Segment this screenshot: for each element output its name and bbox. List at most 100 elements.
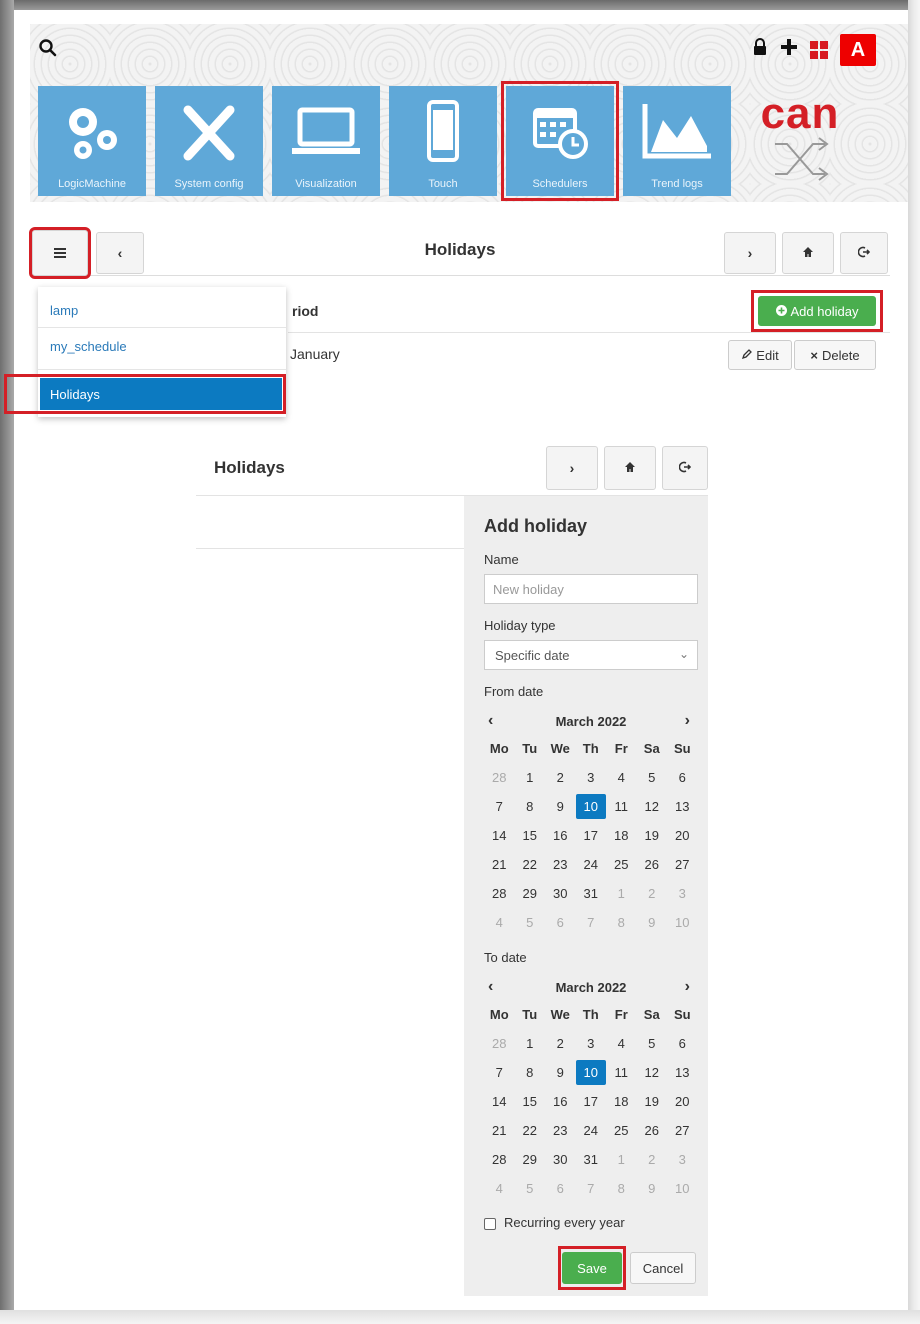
save-button[interactable]: Save [562, 1252, 622, 1284]
calendar-day[interactable]: 21 [484, 850, 515, 879]
calendar-day[interactable]: 4 [606, 1029, 637, 1058]
app-tile-schedulers[interactable]: Schedulers [501, 81, 619, 201]
calendar-day[interactable]: 25 [606, 1116, 637, 1145]
apps-grid-icon[interactable] [810, 41, 828, 59]
menu-item-holidays[interactable]: Holidays [40, 378, 282, 410]
calendar-day[interactable]: 18 [606, 821, 637, 850]
calendar-day[interactable]: 4 [484, 1174, 515, 1203]
calendar-day[interactable]: 28 [484, 1145, 515, 1174]
calendar-day[interactable]: 6 [545, 908, 576, 937]
forward-button[interactable]: › [724, 232, 776, 274]
calendar-day[interactable]: 10 [667, 1174, 698, 1203]
calendar-day[interactable]: 17 [576, 821, 607, 850]
app-tile-visualization[interactable]: Visualization [272, 86, 380, 196]
calendar-day[interactable]: 17 [576, 1087, 607, 1116]
calendar-day[interactable]: 12 [637, 1058, 668, 1087]
menu-toggle-button[interactable] [29, 227, 91, 279]
avatar[interactable]: A [840, 34, 876, 66]
home-button[interactable] [604, 446, 656, 490]
calendar-day[interactable]: 25 [606, 850, 637, 879]
calendar-day[interactable]: 14 [484, 821, 515, 850]
chevron-right-icon[interactable]: › [685, 712, 690, 730]
calendar-day[interactable]: 13 [667, 792, 698, 821]
calendar-day[interactable]: 19 [637, 821, 668, 850]
calendar-day[interactable]: 26 [637, 1116, 668, 1145]
home-button[interactable] [782, 232, 834, 274]
calendar-day[interactable]: 2 [637, 1145, 668, 1174]
calendar-day[interactable]: 5 [515, 1174, 546, 1203]
calendar-day[interactable]: 9 [545, 792, 576, 821]
calendar-day[interactable]: 29 [515, 879, 546, 908]
calendar-day[interactable]: 11 [606, 1058, 637, 1087]
calendar-day[interactable]: 4 [484, 908, 515, 937]
calendar-day[interactable]: 2 [545, 1029, 576, 1058]
calendar-day[interactable]: 7 [484, 1058, 515, 1087]
calendar-day[interactable]: 3 [576, 1029, 607, 1058]
cancel-button[interactable]: Cancel [630, 1252, 696, 1284]
calendar-day[interactable]: 27 [667, 1116, 698, 1145]
app-tile-system-config[interactable]: System config [155, 86, 263, 196]
menu-item-lamp[interactable]: lamp [38, 293, 286, 327]
logout-button[interactable] [840, 232, 888, 274]
calendar-day[interactable]: 3 [667, 879, 698, 908]
add-holiday-button[interactable]: Add holiday [758, 296, 876, 326]
menu-item-my-schedule[interactable]: my_schedule [38, 329, 286, 363]
chevron-right-icon[interactable]: › [685, 978, 690, 996]
calendar-day[interactable]: 27 [667, 850, 698, 879]
calendar-day[interactable]: 9 [545, 1058, 576, 1087]
calendar-day[interactable]: 9 [637, 1174, 668, 1203]
calendar-day[interactable]: 8 [515, 792, 546, 821]
calendar-day[interactable]: 9 [637, 908, 668, 937]
calendar-day[interactable]: 8 [606, 1174, 637, 1203]
calendar-day[interactable]: 1 [606, 1145, 637, 1174]
calendar-day[interactable]: 16 [545, 821, 576, 850]
calendar-day[interactable]: 10 [575, 1060, 606, 1085]
app-tile-touch[interactable]: Touch [389, 86, 497, 196]
calendar-day[interactable]: 8 [515, 1058, 546, 1087]
calendar-day[interactable]: 15 [515, 1087, 546, 1116]
calendar-day[interactable]: 20 [667, 821, 698, 850]
search-icon[interactable] [38, 38, 60, 60]
calendar-day[interactable]: 5 [637, 1029, 668, 1058]
back-button[interactable]: ‹ [96, 232, 144, 274]
calendar-day[interactable]: 24 [576, 850, 607, 879]
calendar-day[interactable]: 24 [576, 1116, 607, 1145]
calendar-day[interactable]: 23 [545, 850, 576, 879]
calendar-day[interactable]: 19 [637, 1087, 668, 1116]
recurring-checkbox[interactable] [484, 1218, 496, 1230]
plus-icon[interactable] [780, 38, 798, 62]
calendar-day[interactable]: 26 [637, 850, 668, 879]
lock-icon[interactable] [752, 38, 768, 62]
logout-button[interactable] [662, 446, 708, 490]
calendar-day[interactable]: 30 [545, 1145, 576, 1174]
calendar-day[interactable]: 16 [545, 1087, 576, 1116]
calendar-day[interactable]: 31 [576, 879, 607, 908]
calendar-day[interactable]: 22 [515, 1116, 546, 1145]
holiday-name-input[interactable]: New holiday [484, 574, 698, 604]
calendar-day[interactable]: 28 [484, 763, 515, 792]
calendar-day[interactable]: 10 [575, 794, 606, 819]
calendar-day[interactable]: 13 [667, 1058, 698, 1087]
holiday-type-select[interactable]: Specific date ⌄ [484, 640, 698, 670]
calendar-day[interactable]: 3 [667, 1145, 698, 1174]
calendar-day[interactable]: 23 [545, 1116, 576, 1145]
calendar-day[interactable]: 1 [515, 1029, 546, 1058]
calendar-day[interactable]: 31 [576, 1145, 607, 1174]
calendar-day[interactable]: 11 [606, 792, 637, 821]
calendar-day[interactable]: 3 [576, 763, 607, 792]
calendar-day[interactable]: 10 [667, 908, 698, 937]
calendar-day[interactable]: 12 [637, 792, 668, 821]
app-tile-logicmachine[interactable]: LogicMachine [38, 86, 146, 196]
calendar-day[interactable]: 8 [606, 908, 637, 937]
calendar-day[interactable]: 6 [667, 1029, 698, 1058]
calendar-day[interactable]: 1 [515, 763, 546, 792]
edit-button[interactable]: Edit [728, 340, 792, 370]
calendar-day[interactable]: 14 [484, 1087, 515, 1116]
calendar-day[interactable]: 18 [606, 1087, 637, 1116]
calendar-day[interactable]: 6 [667, 763, 698, 792]
calendar-day[interactable]: 7 [576, 1174, 607, 1203]
calendar-day[interactable]: 28 [484, 879, 515, 908]
calendar-day[interactable]: 30 [545, 879, 576, 908]
calendar-day[interactable]: 4 [606, 763, 637, 792]
calendar-day[interactable]: 5 [637, 763, 668, 792]
